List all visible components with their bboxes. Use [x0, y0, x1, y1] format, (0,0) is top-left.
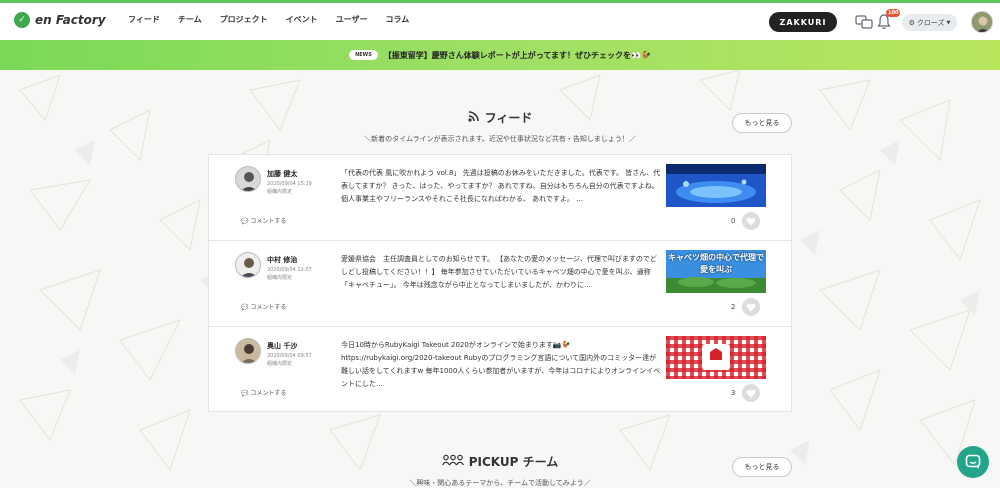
chat-translate-icon[interactable]	[855, 13, 873, 31]
feed-post-date: 2020/09/04 09:57	[267, 353, 312, 359]
comment-link[interactable]: 💬 コメントする	[241, 216, 286, 225]
heart-icon	[746, 303, 756, 311]
feed-post-thumbnail[interactable]	[666, 336, 766, 379]
pickup-section-title: PICKUP チーム	[0, 453, 1000, 470]
nav-project[interactable]: プロジェクト	[220, 14, 268, 25]
comment-bubble-icon: 💬	[241, 390, 249, 397]
feed-item: 中村 修治 2020/09/04 12:07 組織内限定 💬 コメントする 愛媛…	[209, 241, 791, 327]
like-button[interactable]	[742, 384, 760, 402]
pickup-title-text: PICKUP チーム	[468, 455, 559, 469]
feed-post-date: 2020/09/04 15:29	[267, 181, 312, 187]
feed-title-text: フィード	[484, 111, 533, 125]
feed-section-title: フィード	[0, 109, 1000, 126]
comment-bubble-icon: 💬	[241, 304, 249, 311]
pickup-section-subtitle: ＼興味・関心あるテーマから、チームで活動してみよう／	[409, 479, 591, 487]
brand-logo[interactable]: ✓ en Factory	[14, 12, 106, 28]
feed-item: 奥山 千沙 2020/09/04 09:57 組織内限定 💬 コメントする 今日…	[209, 327, 791, 413]
feed-section-subtitle: ＼新着のタイムラインが表示されます。近況や仕事状況など共有・告知しましょう！／	[364, 135, 636, 143]
chat-bubble-icon	[965, 454, 981, 469]
thumbnail-caption: キャベツ畑の中心で代理で愛を叫ぶ	[668, 253, 764, 274]
comment-link[interactable]: 💬 コメントする	[241, 302, 286, 311]
news-banner-link[interactable]: 【振東留学】慶野さん体験レポートが上がってます！ぜひチェックを👀🐓	[384, 50, 651, 61]
top-navbar: ✓ en Factory フィード チーム プロジェクト イベント ユーザー コ…	[0, 0, 1000, 40]
feed-post-scope: 組織内限定	[267, 361, 293, 367]
news-banner: NEWS 【振東留学】慶野さん体験レポートが上がってます！ぜひチェックを👀🐓	[0, 40, 1000, 70]
feed-author-name[interactable]: 加藤 健太	[267, 169, 297, 179]
feed-more-button[interactable]: もっと見る	[732, 113, 792, 133]
rss-icon	[468, 110, 479, 125]
like-button[interactable]	[742, 212, 760, 230]
feed-post-scope: 組織内限定	[267, 189, 293, 195]
comment-label: コメントする	[250, 390, 287, 397]
comment-link[interactable]: 💬 コメントする	[241, 388, 286, 397]
comment-label: コメントする	[250, 218, 287, 225]
logo-text: en Factory	[35, 13, 106, 27]
caret-down-icon: ▼	[946, 19, 951, 26]
nav-feed[interactable]: フィード	[128, 14, 160, 25]
heart-icon	[746, 217, 756, 225]
notification-count-badge: 100	[886, 9, 901, 17]
feed-post-scope: 組織内限定	[267, 275, 293, 281]
close-dropdown[interactable]: ⚙ クローズ ▼	[902, 14, 957, 31]
feed-post-thumbnail[interactable]	[666, 164, 766, 207]
close-dropdown-label: クローズ	[916, 18, 945, 27]
zakkuri-button[interactable]: ZAKKURI	[769, 12, 837, 32]
feed-post-text[interactable]: 「代表の代表 風に吹かれよう vol.8」 先週は投稿のお休みをいただきました。…	[341, 167, 661, 206]
feed-author-name[interactable]: 中村 修治	[267, 255, 297, 265]
feed-post-text[interactable]: 今日10時からRubyKaigi Takeout 2020がオンラインで始まりま…	[341, 339, 661, 391]
like-count: 2	[731, 303, 736, 311]
support-chat-button[interactable]	[957, 446, 989, 478]
comment-label: コメントする	[250, 304, 287, 311]
nav-team[interactable]: チーム	[178, 14, 202, 25]
like-button[interactable]	[742, 298, 760, 316]
heart-icon	[746, 389, 756, 397]
feed-author-avatar[interactable]	[235, 338, 261, 364]
user-avatar[interactable]	[971, 11, 993, 33]
notification-bell-icon[interactable]: 100	[876, 9, 901, 31]
logo-mark-icon: ✓	[14, 12, 30, 28]
feed-author-avatar[interactable]	[235, 252, 261, 278]
feed-post-date: 2020/09/04 12:07	[267, 267, 312, 273]
feed-author-name[interactable]: 奥山 千沙	[267, 341, 297, 351]
nav-user[interactable]: ユーザー	[336, 14, 368, 25]
nav-event[interactable]: イベント	[286, 14, 318, 25]
feed-post-text[interactable]: 愛媛県協会 主任調査員としてのお知らせです。 【あなたの愛のメッセージ、代理で叫…	[341, 253, 661, 292]
feed-item: 加藤 健太 2020/09/04 15:29 組織内限定 💬 コメントする 「代…	[209, 155, 791, 241]
comment-bubble-icon: 💬	[241, 218, 249, 225]
feed-list: 加藤 健太 2020/09/04 15:29 組織内限定 💬 コメントする 「代…	[208, 154, 792, 412]
pickup-more-button[interactable]: もっと見る	[732, 457, 792, 477]
main-nav: フィード チーム プロジェクト イベント ユーザー コラム	[128, 14, 427, 25]
nav-column[interactable]: コラム	[385, 14, 409, 25]
like-count: 3	[731, 389, 736, 397]
gear-icon: ⚙	[908, 18, 915, 27]
news-tag: NEWS	[349, 50, 378, 60]
feed-post-thumbnail[interactable]: キャベツ畑の中心で代理で愛を叫ぶ	[666, 250, 766, 293]
team-people-icon	[441, 454, 464, 469]
like-count: 0	[731, 217, 736, 225]
feed-author-avatar[interactable]	[235, 166, 261, 192]
